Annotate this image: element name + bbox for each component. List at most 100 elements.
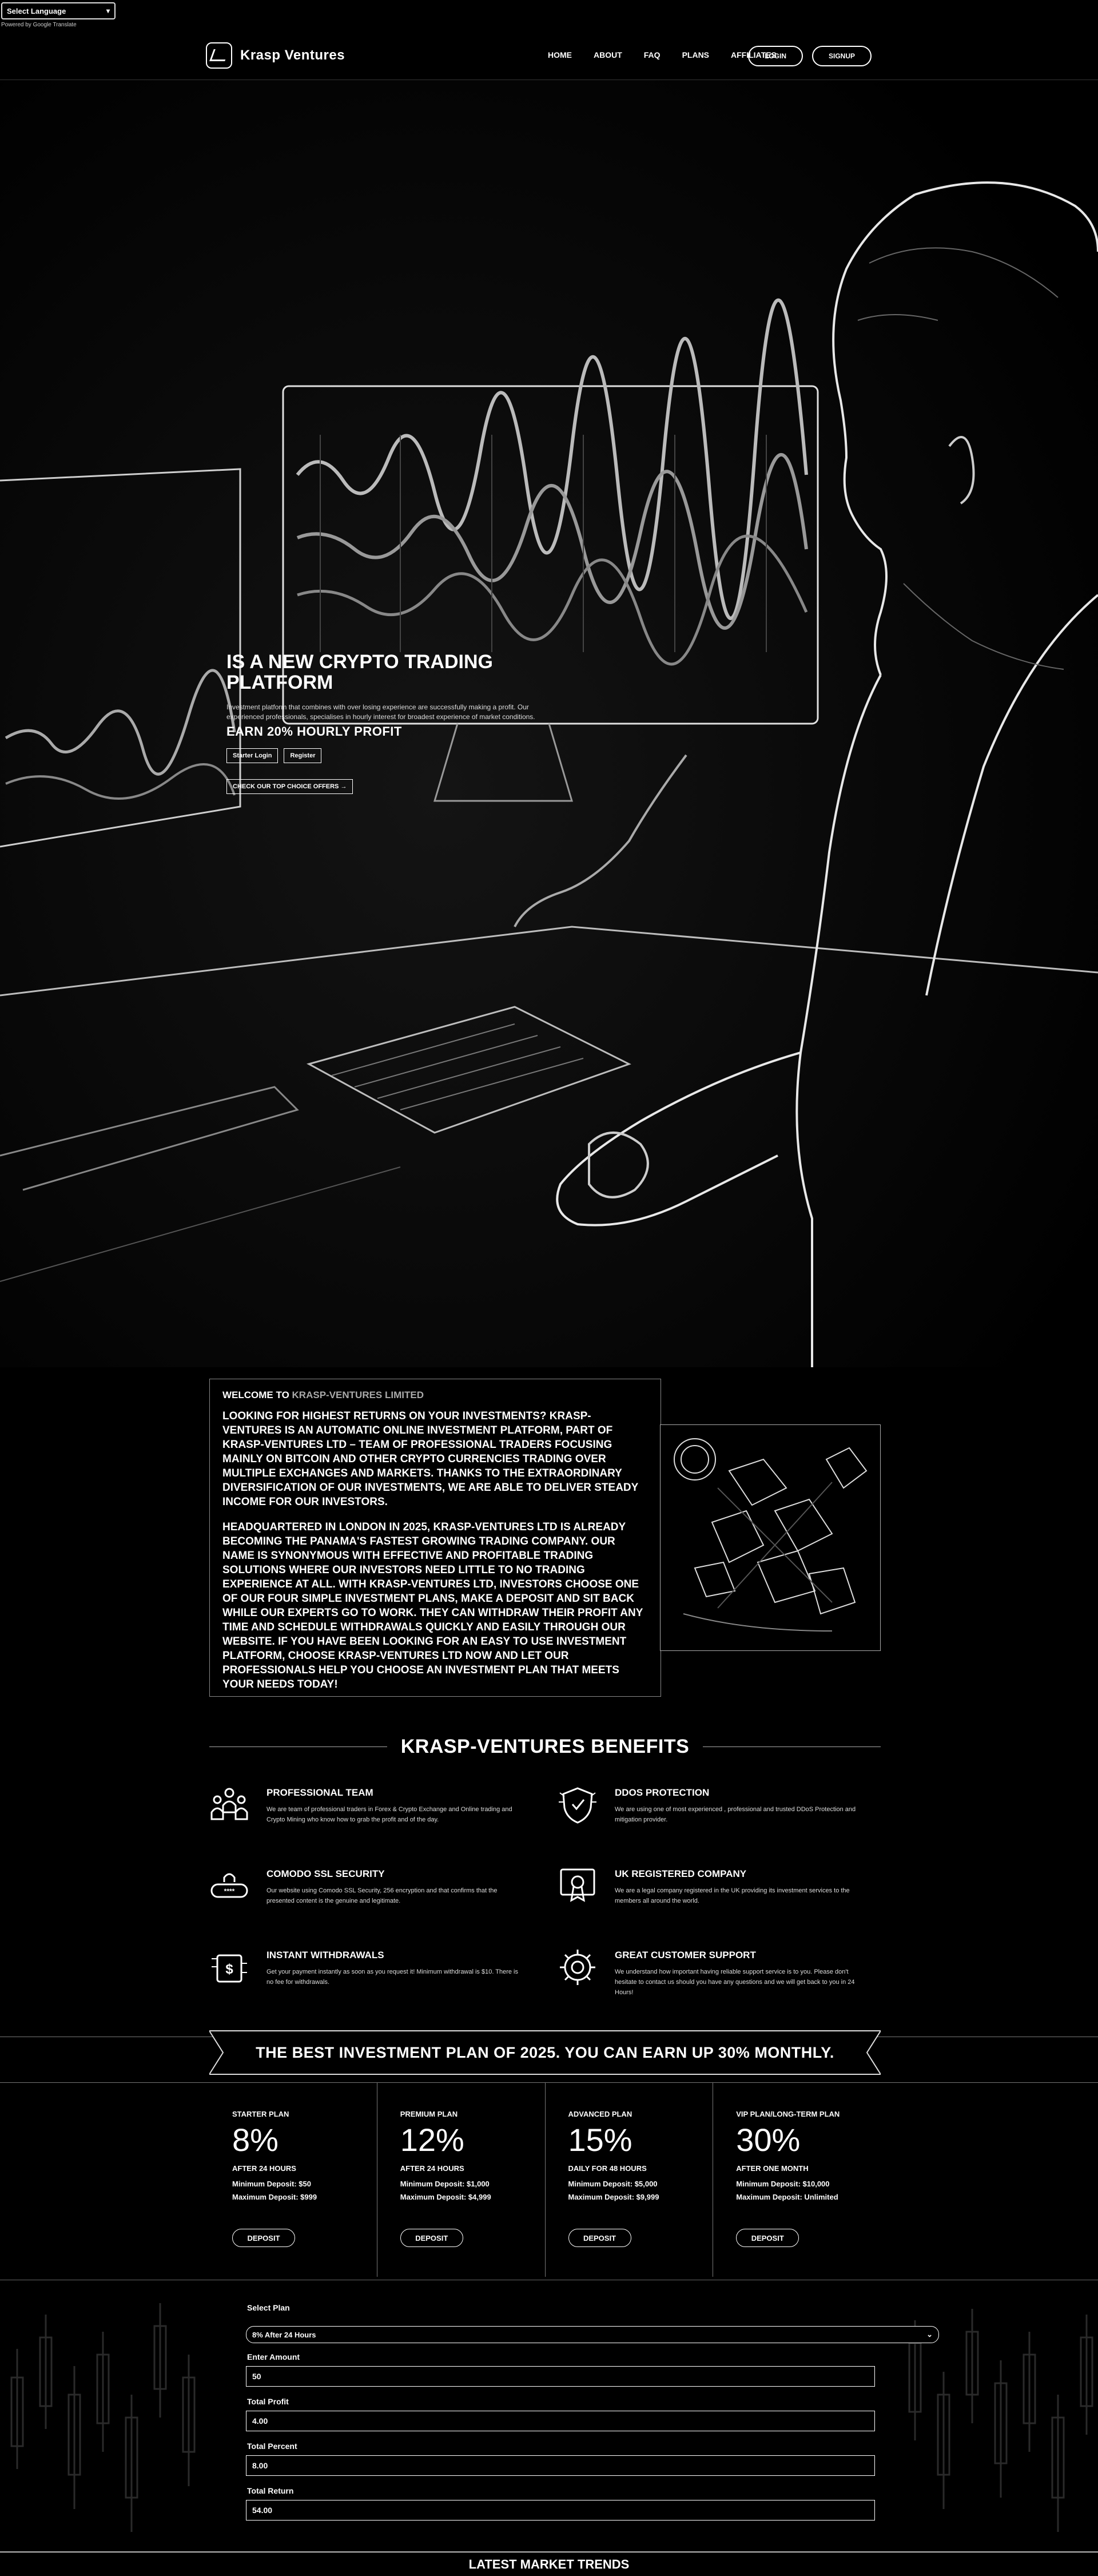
hero-starter-button[interactable]: Starter Login: [226, 748, 279, 763]
plan-name: VIP PLAN/LONG-TERM PLAN: [736, 2110, 840, 2118]
language-select[interactable]: Select Language ▾: [1, 2, 116, 19]
brand-logo[interactable]: Krasp Ventures: [206, 42, 345, 69]
profit-calculator: Select Plan 8% After 24 Hours ⌄ Enter Am…: [0, 2280, 1098, 2547]
svg-text:$: $: [225, 1962, 233, 1977]
benefit-description: Get your payment instantly as soon as yo…: [266, 1968, 518, 1986]
shield-icon: [559, 1787, 596, 1824]
plan-percent: 15%: [568, 2122, 632, 2158]
benefit-description: We are team of professional traders in F…: [266, 1806, 512, 1824]
plan-select[interactable]: 8% After 24 Hours ⌄: [246, 2326, 939, 2343]
benefit-customer-support: GREAT CUSTOMER SUPPORT We understand how…: [558, 1947, 866, 2010]
plans-section: STARTER PLAN 8% AFTER 24 HOURS Minimum D…: [209, 2082, 881, 2277]
plan-card-advanced: ADVANCED PLAN 15% DAILY FOR 48 HOURS Min…: [546, 2082, 714, 2277]
site-header: Krasp Ventures HOME ABOUT FAQ PLANS AFFI…: [0, 34, 1098, 80]
plan-period: DAILY FOR 48 HOURS: [568, 2164, 647, 2173]
plan-name: PREMIUM PLAN: [400, 2110, 458, 2118]
amount-label: Enter Amount: [247, 2352, 300, 2361]
nav-plans[interactable]: PLANS: [682, 50, 709, 59]
benefits-title: KRASP-VENTURES BENEFITS: [400, 1735, 690, 1757]
support-icon: [560, 1950, 595, 1985]
welcome-heading-brand: KRASP-VENTURES LIMITED: [292, 1390, 424, 1400]
benefit-instant-withdrawals: $ INSTANT WITHDRAWALS Get your payment i…: [209, 1947, 518, 2010]
page: Select Language ▾ Powered by Google Tran…: [0, 0, 1098, 2576]
percent-field[interactable]: 8.00: [246, 2455, 875, 2476]
lock-icon: ****: [210, 1873, 248, 1898]
hero-subtitle: Investment platform that combines with o…: [226, 703, 535, 721]
nav-about[interactable]: ABOUT: [594, 50, 622, 59]
plan-percent: 8%: [232, 2122, 279, 2158]
plan-min-deposit: Minimum Deposit: $10,000: [736, 2180, 830, 2188]
return-label: Total Return: [247, 2486, 294, 2495]
benefit-title: UK REGISTERED COMPANY: [615, 1868, 747, 1879]
benefit-description: We are a legal company registered in the…: [615, 1887, 850, 1905]
welcome-heading-prefix: WELCOME TO: [222, 1390, 289, 1400]
benefit-uk-registered: UK REGISTERED COMPANY We are a legal com…: [558, 1866, 866, 1929]
plan-max-deposit: Maximum Deposit: $4,999: [400, 2193, 491, 2201]
svg-text:****: ****: [224, 1887, 235, 1895]
hero-offers-link[interactable]: CHECK OUR TOP CHOICE OFFERS →: [226, 779, 353, 794]
nav-home[interactable]: HOME: [548, 50, 572, 59]
deposit-button[interactable]: DEPOSIT: [736, 2229, 799, 2247]
benefit-title: COMODO SSL SECURITY: [266, 1868, 385, 1879]
login-button[interactable]: LOGIN: [748, 46, 803, 66]
language-select-label: Select Language: [7, 6, 66, 15]
chevron-down-icon: ▾: [106, 7, 110, 15]
select-plan-label: Select Plan: [247, 2303, 290, 2312]
plan-period: AFTER 24 HOURS: [400, 2164, 464, 2173]
plan-name: STARTER PLAN: [232, 2110, 289, 2118]
investment-banner: THE BEST INVESTMENT PLAN OF 2025. YOU CA…: [209, 2029, 881, 2077]
welcome-paragraph-1: LOOKING FOR HIGHEST RETURNS ON YOUR INVE…: [222, 1410, 638, 1509]
plan-percent: 12%: [400, 2122, 464, 2158]
amount-input[interactable]: 50: [246, 2366, 875, 2387]
benefit-ddos-protection: DDOS PROTECTION We are using one of most…: [558, 1785, 866, 1848]
plan-period: AFTER 24 HOURS: [232, 2164, 296, 2173]
plan-min-deposit: Minimum Deposit: $50: [232, 2180, 311, 2188]
benefit-title: DDOS PROTECTION: [615, 1787, 710, 1798]
percent-label: Total Percent: [247, 2442, 297, 2451]
hero-title: IS A NEW CRYPTO TRADING PLATFORM: [226, 651, 493, 693]
market-trends-heading: LATEST MARKET TRENDS: [0, 2551, 1098, 2576]
main-nav: HOME ABOUT FAQ PLANS AFFILIATES: [548, 50, 777, 59]
hero-earn-text: EARN 20% HOURLY PROFIT: [226, 724, 402, 739]
profit-field[interactable]: 4.00: [246, 2411, 875, 2431]
nav-faq[interactable]: FAQ: [644, 50, 661, 59]
crypto-illustration-image: [660, 1424, 881, 1651]
signup-button[interactable]: SIGNUP: [812, 46, 872, 66]
benefit-description: We understand how important having relia…: [615, 1968, 855, 1997]
plan-select-value: 8% After 24 Hours: [252, 2330, 316, 2339]
plan-card-vip: VIP PLAN/LONG-TERM PLAN 30% AFTER ONE MO…: [713, 2082, 881, 2277]
team-icon: [210, 1788, 248, 1820]
benefits-heading: KRASP-VENTURES BENEFITS: [209, 1732, 881, 1761]
hero-buttons: Starter Login Register: [226, 748, 322, 763]
deposit-button[interactable]: DEPOSIT: [568, 2229, 631, 2247]
benefit-ssl-security: **** COMODO SSL SECURITY Our website usi…: [209, 1866, 518, 1929]
brand-name: Krasp Ventures: [240, 47, 345, 63]
plan-name: ADVANCED PLAN: [568, 2110, 632, 2118]
plan-percent: 30%: [736, 2122, 801, 2158]
benefit-title: PROFESSIONAL TEAM: [266, 1787, 373, 1798]
benefit-description: Our website using Comodo SSL Security, 2…: [266, 1887, 498, 1905]
powered-by-text: Powered by Google Translate: [1, 22, 77, 28]
chevron-down-icon: ⌄: [926, 2330, 933, 2339]
benefit-title: GREAT CUSTOMER SUPPORT: [615, 1950, 756, 1960]
hero-register-button[interactable]: Register: [284, 748, 322, 763]
welcome-paragraph-2: HEADQUARTERED IN LONDON IN 2025, KRASP-V…: [222, 1521, 643, 1691]
benefit-title: INSTANT WITHDRAWALS: [266, 1950, 384, 1960]
money-icon: $: [212, 1954, 247, 1983]
benefit-description: We are using one of most experienced , p…: [615, 1806, 856, 1824]
plan-period: AFTER ONE MONTH: [736, 2164, 809, 2173]
hero-section: IS A NEW CRYPTO TRADING PLATFORM Investm…: [0, 80, 1098, 1367]
welcome-heading: WELCOME TO KRASP-VENTURES LIMITED: [222, 1390, 648, 1401]
translate-widget: Select Language ▾ Powered by Google Tran…: [0, 0, 126, 34]
profit-label: Total Profit: [247, 2397, 289, 2406]
logo-icon: [206, 42, 232, 69]
benefit-professional-team: PROFESSIONAL TEAM We are team of profess…: [209, 1785, 518, 1848]
plan-card-starter: STARTER PLAN 8% AFTER 24 HOURS Minimum D…: [209, 2082, 377, 2277]
plan-min-deposit: Minimum Deposit: $1,000: [400, 2180, 490, 2188]
deposit-button[interactable]: DEPOSIT: [400, 2229, 463, 2247]
return-field[interactable]: 54.00: [246, 2500, 875, 2521]
deposit-button[interactable]: DEPOSIT: [232, 2229, 295, 2247]
hero-background-image: [0, 80, 1098, 1367]
plan-max-deposit: Maximum Deposit: $9,999: [568, 2193, 659, 2201]
plan-max-deposit: Maximum Deposit: Unlimited: [736, 2193, 838, 2201]
